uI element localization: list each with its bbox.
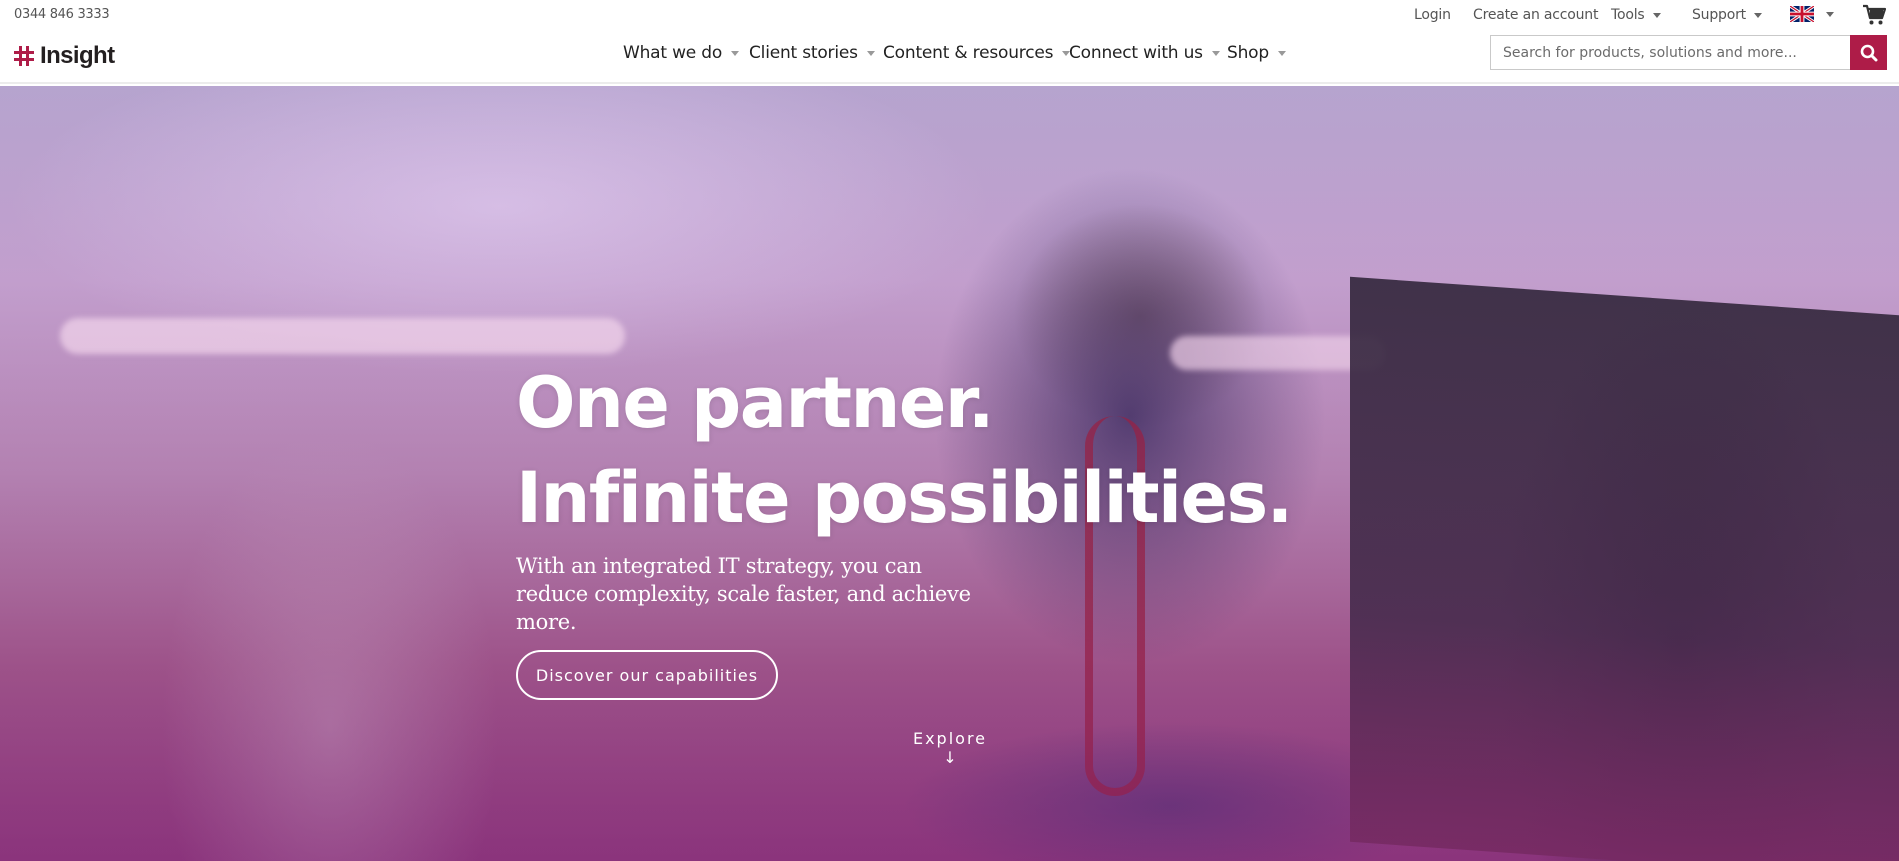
nav-item-shop[interactable]: Shop [1227, 43, 1286, 63]
chevron-down-icon[interactable] [1826, 12, 1834, 17]
nav-item-what-we-do[interactable]: What we do [623, 43, 740, 63]
nav-item-client-stories[interactable]: Client stories [749, 43, 875, 63]
support-label: Support [1692, 7, 1746, 23]
login-link[interactable]: Login [1414, 7, 1451, 23]
nav-item-label: Shop [1227, 43, 1269, 63]
insight-logo-icon [14, 46, 34, 66]
arrow-down-icon: ↓ [943, 748, 957, 767]
hero-headline-line2: Infinite possibilities. [516, 457, 1293, 539]
search-input[interactable] [1490, 35, 1850, 70]
nav-item-label: Connect with us [1069, 43, 1203, 63]
explore-link[interactable]: Explore ↓ [900, 729, 1000, 766]
main-nav: Insight What we do Client stories Conten… [0, 30, 1899, 84]
utility-bar: 0344 846 3333 Login Create an account To… [0, 0, 1899, 30]
chevron-down-icon [1211, 50, 1220, 56]
support-menu[interactable]: Support [1692, 7, 1762, 23]
hero-headline-line1: One partner. [516, 362, 994, 444]
nav-item-label: What we do [623, 43, 723, 63]
create-account-link[interactable]: Create an account [1473, 7, 1598, 23]
uk-flag-icon[interactable] [1790, 6, 1814, 22]
chevron-down-icon [731, 50, 740, 56]
cart-icon[interactable] [1862, 4, 1887, 26]
search-button[interactable] [1850, 35, 1887, 70]
hero-subheading: With an integrated IT strategy, you can … [516, 554, 971, 634]
nav-item-connect-with-us[interactable]: Connect with us [1069, 43, 1220, 63]
chevron-down-icon [1652, 12, 1661, 18]
explore-label: Explore [912, 729, 988, 748]
phone-number[interactable]: 0344 846 3333 [14, 7, 110, 22]
hero-headline: One partner. Infinite possibilities. [516, 356, 1316, 546]
tools-menu[interactable]: Tools [1611, 7, 1661, 23]
logo-text: Insight [40, 42, 115, 69]
nav-item-label: Content & resources [883, 43, 1054, 63]
chevron-down-icon [1753, 12, 1762, 18]
chevron-down-icon [866, 50, 875, 56]
discover-capabilities-button[interactable]: Discover our capabilities [516, 650, 778, 700]
hero-content: One partner. Infinite possibilities. Wit… [516, 356, 1316, 700]
nav-item-content-resources[interactable]: Content & resources [883, 43, 1071, 63]
chevron-down-icon [1277, 50, 1286, 56]
hero-banner: One partner. Infinite possibilities. Wit… [0, 86, 1899, 861]
logo[interactable]: Insight [14, 41, 115, 71]
search-icon [1860, 44, 1877, 61]
nav-item-label: Client stories [749, 43, 858, 63]
tools-label: Tools [1611, 7, 1645, 23]
